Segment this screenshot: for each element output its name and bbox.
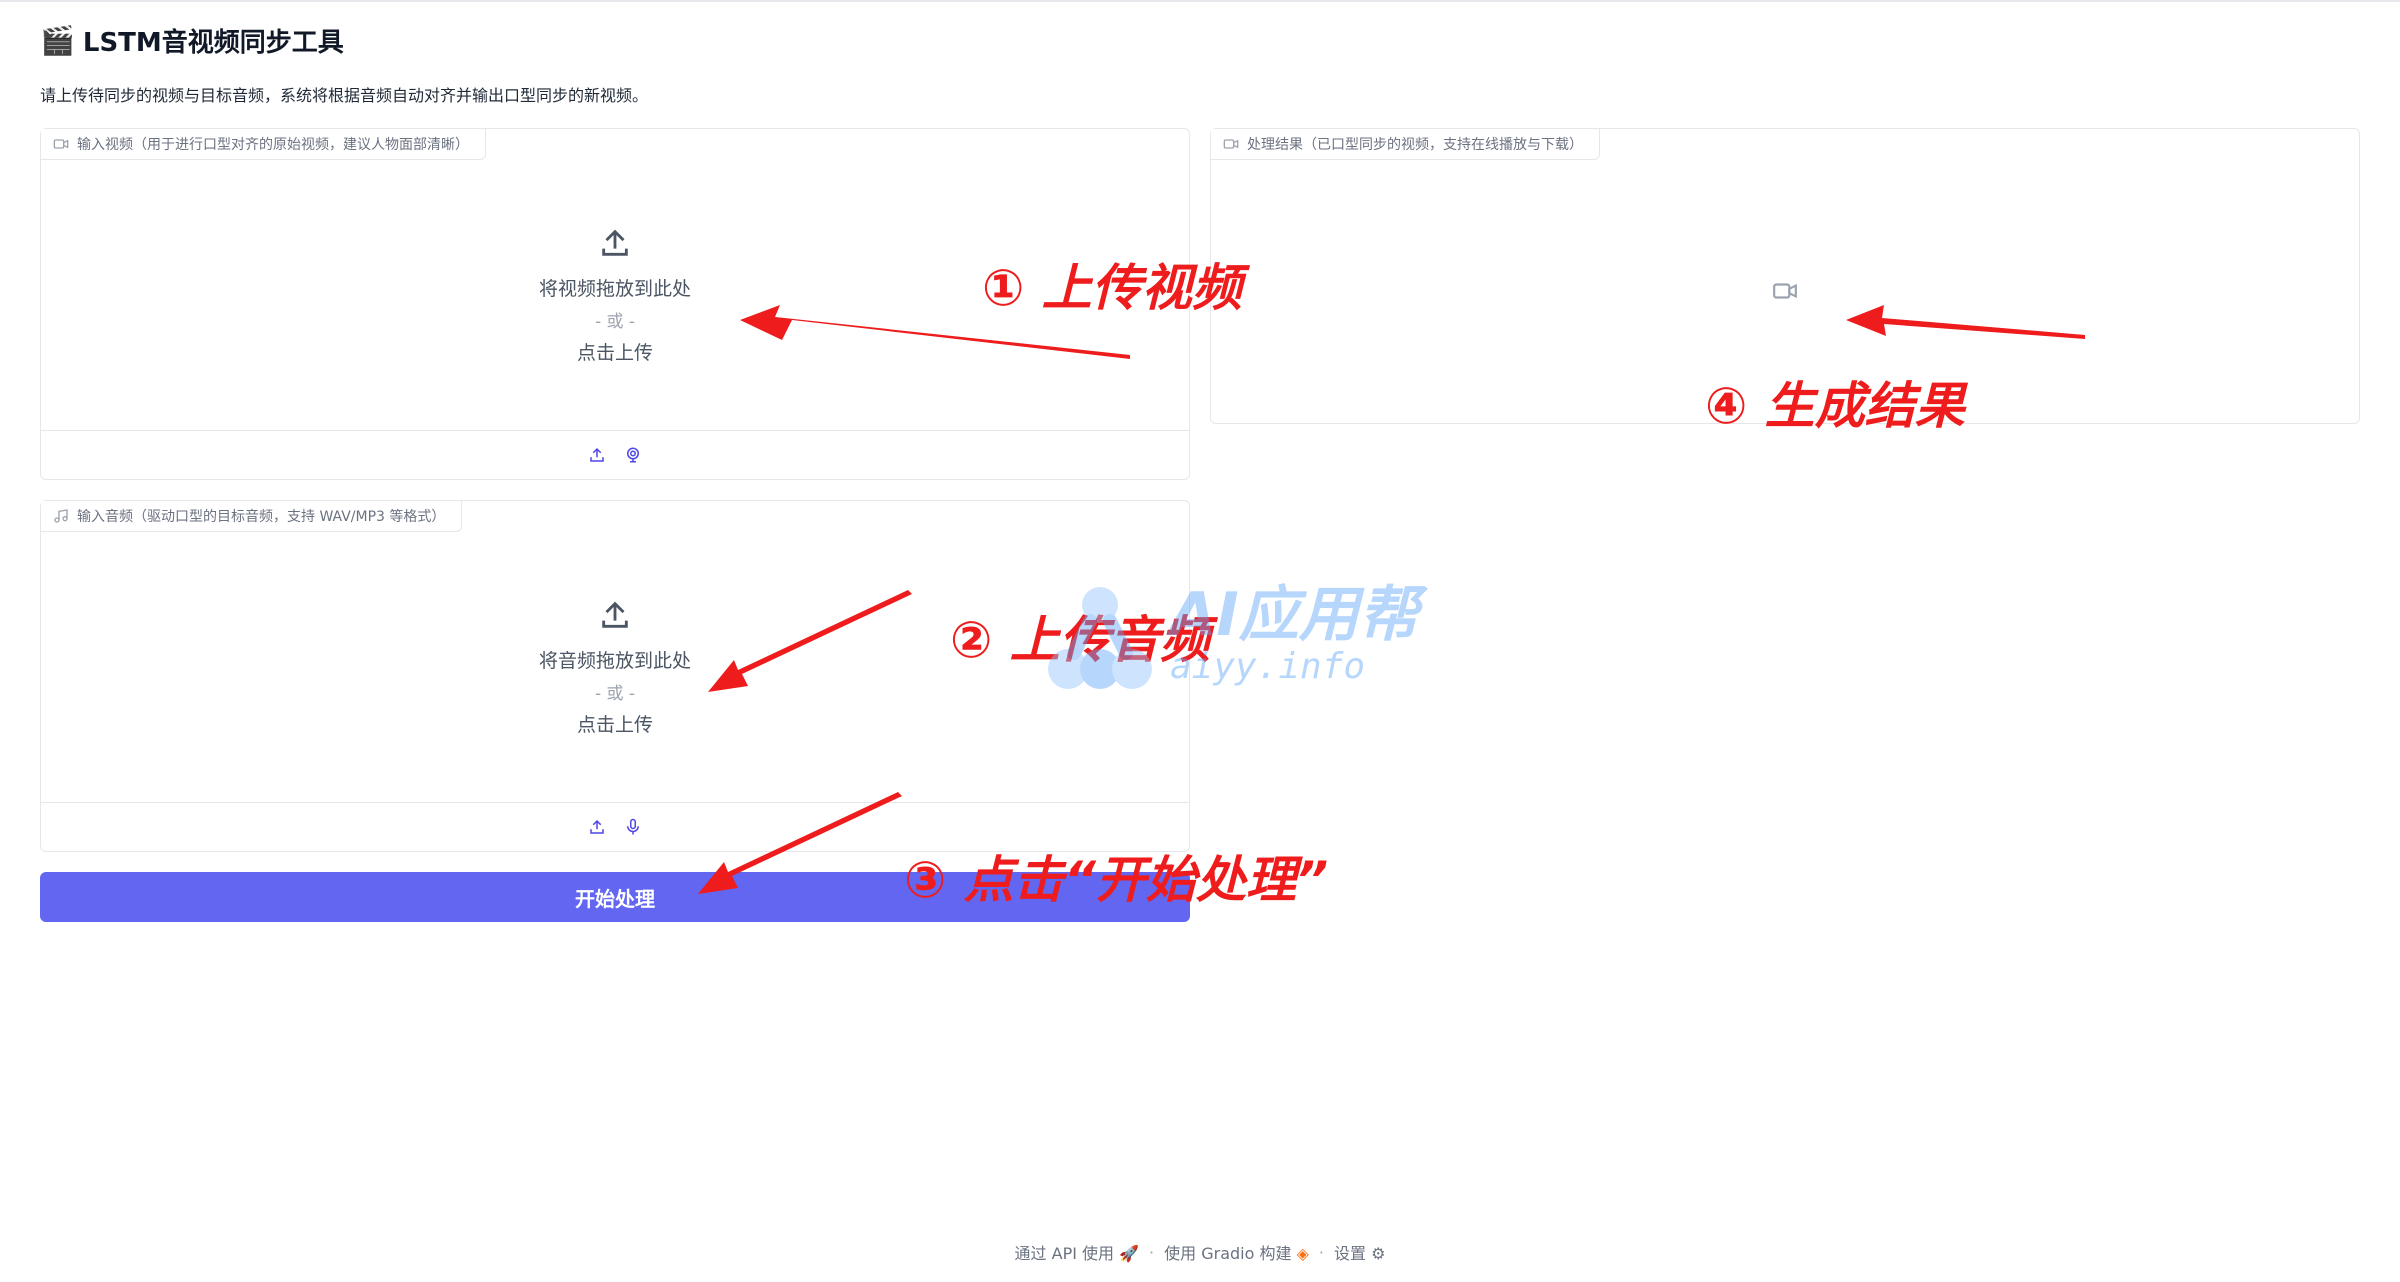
page-title: 🎬 LSTM音视频同步工具: [40, 22, 344, 59]
watermark-name: AI应用帮: [1170, 580, 1419, 651]
upload-icon: [598, 598, 632, 636]
watermark: AI应用帮 aiyy.info: [1040, 577, 1419, 697]
clapper-board-icon: 🎬: [40, 24, 75, 57]
video-click-upload-text: 点击上传: [576, 341, 653, 364]
page-title-text: LSTM音视频同步工具: [82, 28, 344, 58]
video-source-upload-button[interactable]: [586, 444, 608, 466]
annotation-step1: ① 上传视频: [982, 259, 1242, 317]
output-label-text: 处理结果（已口型同步的视频，支持在线播放与下载）: [1247, 137, 1583, 153]
music-note-icon: [54, 509, 68, 523]
audio-or-text: - 或 -: [594, 683, 636, 704]
webcam-icon: [627, 447, 639, 463]
video-input-label-text: 输入视频（用于进行口型对齐的原始视频，建议人物面部清晰）: [77, 137, 469, 153]
audio-input-label-text: 输入音频（驱动口型的目标音频，支持 WAV/MP3 等格式）: [77, 509, 446, 525]
upload-icon: [590, 819, 604, 834]
footer-separator: ·: [1149, 1242, 1155, 1262]
app-page: 🎬 LSTM音视频同步工具 请上传待同步的视频与目标音频，系统将根据音频自动对齐…: [0, 0, 2400, 1282]
video-camera-icon: [1773, 283, 1797, 299]
audio-drop-text: 将音频拖放到此处: [538, 649, 691, 672]
watermark-logo-icon: [1048, 587, 1152, 689]
gear-icon: ⚙: [1371, 1244, 1386, 1263]
upload-icon: [598, 226, 632, 264]
page-description: 请上传待同步的视频与目标音频，系统将根据音频自动对齐并输出口型同步的新视频。: [40, 86, 649, 105]
rocket-icon: 🚀: [1119, 1244, 1140, 1263]
annotation-step4: ④ 生成结果: [1705, 377, 1965, 435]
watermark-url: aiyy.info: [1170, 646, 1366, 688]
video-source-webcam-button[interactable]: [622, 444, 644, 466]
footer-api-text: 通过 API 使用: [1014, 1244, 1115, 1263]
footer-separator: ·: [1318, 1242, 1324, 1262]
annotation-step3: ③ 点击“开始处理”: [904, 851, 1329, 909]
footer-settings-link[interactable]: 设置 ⚙: [1334, 1240, 1385, 1264]
output-label: 处理结果（已口型同步的视频，支持在线播放与下载）: [1211, 129, 1600, 160]
footer: 通过 API 使用 🚀 · 使用 Gradio 构建 ◈ · 设置 ⚙: [0, 1240, 2400, 1264]
video-or-text: - 或 -: [594, 311, 636, 332]
video-input-label: 输入视频（用于进行口型对齐的原始视频，建议人物面部清晰）: [41, 129, 486, 160]
audio-click-upload-text: 点击上传: [576, 713, 653, 736]
video-camera-icon: [53, 139, 69, 149]
footer-gradio-text: 使用 Gradio 构建: [1164, 1244, 1292, 1263]
upload-icon: [590, 447, 604, 462]
footer-gradio-link[interactable]: 使用 Gradio 构建 ◈: [1164, 1240, 1309, 1264]
gradio-logo-icon: ◈: [1296, 1244, 1309, 1263]
audio-source-upload-button[interactable]: [586, 816, 608, 838]
audio-input-panel: 输入音频（驱动口型的目标音频，支持 WAV/MP3 等格式） 将音频拖放到此处 …: [40, 500, 1190, 852]
audio-input-label: 输入音频（驱动口型的目标音频，支持 WAV/MP3 等格式）: [41, 501, 463, 532]
footer-api-link[interactable]: 通过 API 使用 🚀: [1015, 1240, 1140, 1264]
audio-source-microphone-button[interactable]: [622, 816, 644, 838]
video-camera-icon: [1223, 139, 1239, 149]
video-drop-text: 将视频拖放到此处: [538, 277, 691, 300]
microphone-icon: [627, 818, 639, 835]
footer-settings-text: 设置: [1334, 1244, 1367, 1263]
video-source-bar: [41, 430, 1189, 479]
